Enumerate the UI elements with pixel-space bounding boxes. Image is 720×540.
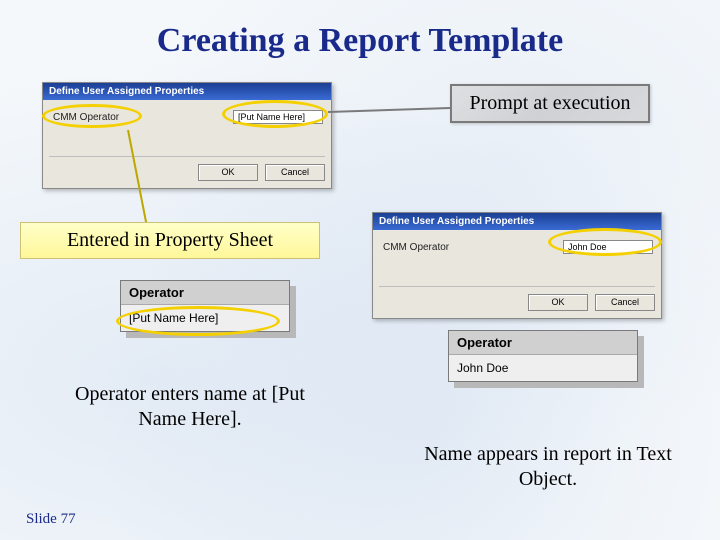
caption-name-appears: Name appears in report in Text Object. [408,442,688,492]
callout-prompt-at-execution: Prompt at execution [450,84,650,123]
dialog1-field-label: CMM Operator [53,112,119,123]
textobj2-header: Operator [449,331,637,355]
dialog2-field-label: CMM Operator [383,242,449,253]
dialog2-cancel-button[interactable]: Cancel [595,294,655,311]
page-title: Creating a Report Template [0,22,720,60]
dialog2-field-input[interactable]: John Doe [563,240,653,254]
dialog1-ok-button[interactable]: OK [198,164,258,181]
text-object-operator-placeholder: Operator [Put Name Here] [120,280,290,332]
callout-entered-property-sheet: Entered in Property Sheet [20,222,320,259]
text-object-operator-filled: Operator John Doe [448,330,638,382]
textobj1-header: Operator [121,281,289,305]
dialog1-titlebar: Define User Assigned Properties [43,83,331,100]
dialog-define-properties-2: Define User Assigned Properties CMM Oper… [372,212,662,319]
dialog2-titlebar: Define User Assigned Properties [373,213,661,230]
dialog1-field-input[interactable]: [Put Name Here] [233,110,323,124]
dialog-define-properties-1: Define User Assigned Properties CMM Oper… [42,82,332,189]
caption-operator-enters: Operator enters name at [Put Name Here]. [60,382,320,432]
textobj1-value: [Put Name Here] [121,305,289,331]
slide-number: Slide 77 [26,511,76,528]
textobj2-value: John Doe [449,355,637,381]
dialog2-ok-button[interactable]: OK [528,294,588,311]
dialog1-cancel-button[interactable]: Cancel [265,164,325,181]
